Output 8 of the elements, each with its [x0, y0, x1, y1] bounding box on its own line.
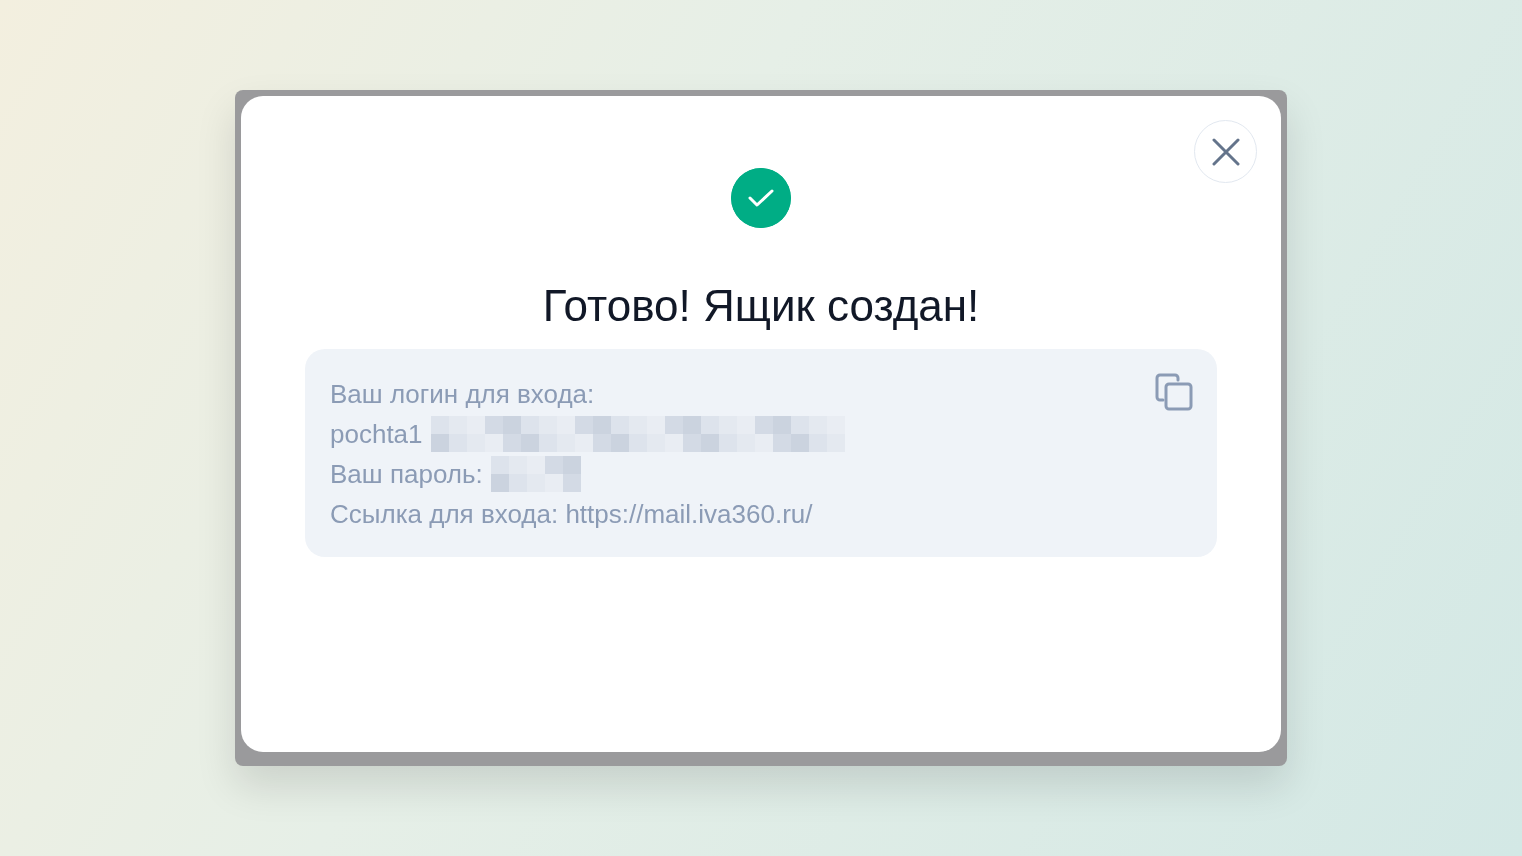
credential-text: Ваш логин для входа: — [330, 377, 595, 411]
success-check-icon — [731, 168, 791, 228]
dialog-title: Готово! Ящик создан! — [541, 280, 981, 332]
copy-icon[interactable] — [1155, 372, 1193, 411]
credential-text: Ваш пароль: — [330, 457, 483, 491]
credential-text: pochta1 — [330, 417, 423, 451]
login-link-text: Ссылка для входа: https://mail.iva360.ru/ — [330, 497, 813, 531]
close-icon — [1211, 137, 1240, 166]
